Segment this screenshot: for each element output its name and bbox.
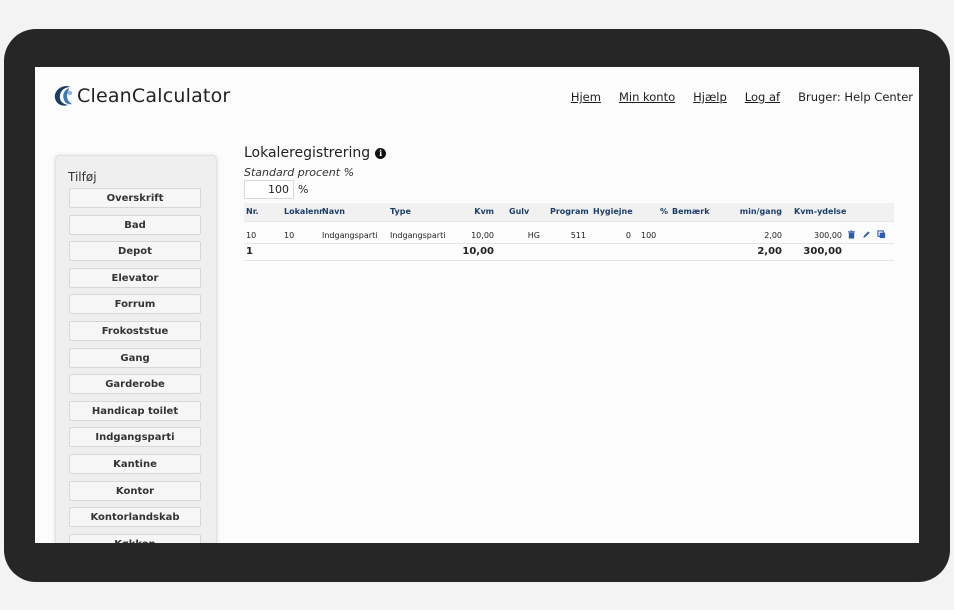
col-navn[interactable]: Navn bbox=[322, 203, 345, 221]
table-header: Nr. Lokalenr Navn Type Kvm Gulv Program … bbox=[244, 203, 894, 222]
edit-icon[interactable] bbox=[862, 230, 871, 239]
col-program[interactable]: Program bbox=[550, 203, 589, 221]
add-koekken-button[interactable]: Køkken bbox=[69, 533, 201, 543]
col-nr[interactable]: Nr. bbox=[246, 203, 259, 221]
col-kvm-ydelse[interactable]: Kvm-ydelse bbox=[794, 203, 846, 221]
add-kontorlandskab-button[interactable]: Kontorlandskab bbox=[69, 507, 201, 528]
cell-kvm-ydelse: 300,00 bbox=[814, 231, 842, 240]
add-overskrift-button[interactable]: Overskrift bbox=[69, 188, 201, 208]
main-content: Lokaleregistrering i Standard procent % … bbox=[244, 144, 894, 261]
nav-account-link[interactable]: Min konto bbox=[619, 90, 675, 104]
add-elevator-button[interactable]: Elevator bbox=[69, 267, 201, 288]
row-actions bbox=[847, 230, 886, 239]
col-percent[interactable]: % bbox=[660, 203, 668, 221]
col-hygiejne[interactable]: Hygiejne bbox=[593, 203, 633, 221]
add-forrum-button[interactable]: Forrum bbox=[69, 294, 201, 315]
sidebar-title: Tilføj bbox=[68, 170, 97, 184]
add-kantine-button[interactable]: Kantine bbox=[69, 453, 201, 474]
standard-percent-unit: % bbox=[298, 183, 309, 196]
cell-type: Indgangsparti bbox=[390, 231, 446, 240]
add-depot-button[interactable]: Depot bbox=[69, 241, 201, 262]
cell-min-gang: 2,00 bbox=[764, 231, 782, 240]
app-screen: CleanCalculator Hjem Min konto Hjælp Log… bbox=[35, 67, 919, 543]
add-garderobe-button[interactable]: Garderobe bbox=[69, 374, 201, 395]
add-bad-button[interactable]: Bad bbox=[69, 214, 201, 235]
add-frokoststue-button[interactable]: Frokoststue bbox=[69, 320, 201, 341]
table-total-row: 1 10,00 2,00 300,00 bbox=[244, 244, 894, 261]
add-gang-button[interactable]: Gang bbox=[69, 347, 201, 368]
cell-nr: 10 bbox=[246, 231, 257, 240]
logo-icon bbox=[54, 86, 73, 106]
copy-icon[interactable] bbox=[877, 230, 886, 239]
cell-percent: 100 bbox=[641, 231, 657, 240]
col-gulv[interactable]: Gulv bbox=[509, 203, 529, 221]
rooms-table: Nr. Lokalenr Navn Type Kvm Gulv Program … bbox=[244, 203, 894, 261]
col-kvm[interactable]: Kvm bbox=[456, 203, 494, 221]
trash-icon[interactable] bbox=[847, 230, 856, 239]
app-name: CleanCalculator bbox=[77, 85, 231, 107]
add-room-sidebar: Tilføj Overskrift Bad Depot Elevator For… bbox=[55, 155, 217, 543]
cell-gulv: HG bbox=[527, 231, 540, 240]
standard-percent-label: Standard procent % bbox=[244, 166, 355, 179]
add-kontor-button[interactable]: Kontor bbox=[69, 480, 201, 501]
add-handicap-toilet-button[interactable]: Handicap toilet bbox=[69, 400, 201, 421]
cell-kvm: 10,00 bbox=[471, 231, 494, 240]
nav-logout-link[interactable]: Log af bbox=[745, 90, 780, 104]
col-min-gang[interactable]: min/gang bbox=[724, 203, 782, 221]
standard-percent-input[interactable] bbox=[244, 180, 294, 199]
standard-percent-row: % bbox=[244, 180, 894, 199]
col-type[interactable]: Type bbox=[390, 203, 411, 221]
total-kvm-ydelse: 300,00 bbox=[803, 246, 842, 257]
nav-help-link[interactable]: Hjælp bbox=[693, 90, 727, 104]
total-count: 1 bbox=[246, 246, 253, 257]
col-bemaerk[interactable]: Bemærk bbox=[672, 203, 710, 221]
add-indgangsparti-button[interactable]: Indgangsparti bbox=[69, 427, 201, 448]
cell-navn: Indgangsparti bbox=[322, 231, 378, 240]
total-kvm: 10,00 bbox=[462, 246, 494, 257]
cell-hygiejne: 0 bbox=[625, 231, 631, 240]
logo[interactable]: CleanCalculator bbox=[53, 84, 230, 108]
nav-home-link[interactable]: Hjem bbox=[571, 90, 601, 104]
total-min-gang: 2,00 bbox=[757, 246, 782, 257]
current-user: Bruger: Help Center bbox=[798, 90, 913, 104]
page-title: Lokaleregistrering i bbox=[244, 144, 894, 162]
cell-program: 511 bbox=[570, 231, 586, 240]
cell-lokalenr: 10 bbox=[284, 231, 295, 240]
table-row[interactable]: 10 10 Indgangsparti Indgangsparti 10,00 … bbox=[244, 228, 894, 244]
col-lokalenr[interactable]: Lokalenr bbox=[284, 203, 323, 221]
top-nav: Hjem Min konto Hjælp Log af Bruger: Help… bbox=[553, 90, 913, 104]
page-title-text: Lokaleregistrering bbox=[244, 145, 371, 161]
info-icon[interactable]: i bbox=[375, 147, 387, 159]
